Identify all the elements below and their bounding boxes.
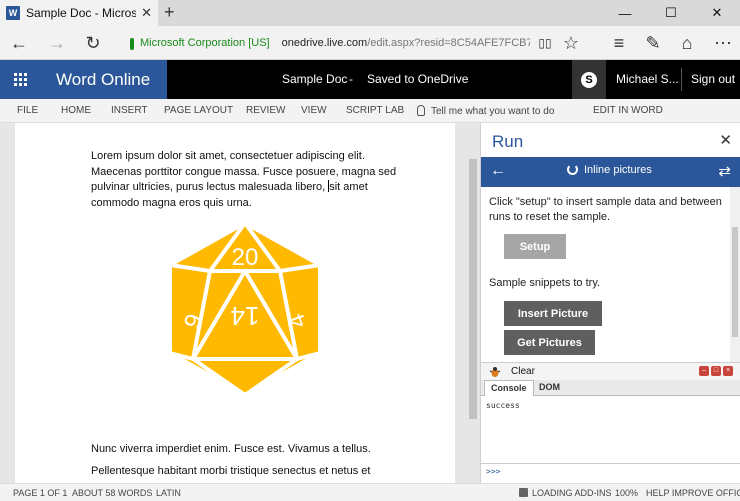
- pane-title: Run: [492, 132, 524, 151]
- tab-console[interactable]: Console: [484, 380, 534, 396]
- refresh-icon: [567, 164, 578, 175]
- page-count: PAGE 1 OF 1: [13, 488, 68, 498]
- skype-button[interactable]: S: [572, 60, 606, 99]
- forward-arrow-icon[interactable]: →: [44, 32, 70, 54]
- ribbon: FILE HOME INSERT PAGE LAYOUT REVIEW VIEW…: [0, 99, 740, 123]
- title-separator: -: [349, 72, 353, 86]
- app-name[interactable]: Word Online: [40, 60, 167, 99]
- d20-dice-image[interactable]: 20 14 6 4: [165, 219, 325, 399]
- tab-script-lab[interactable]: SCRIPT LAB: [346, 105, 404, 116]
- tab-close-icon[interactable]: ✕: [141, 5, 152, 21]
- minimize-button[interactable]: —: [602, 0, 648, 26]
- tab-review[interactable]: REVIEW: [246, 105, 285, 116]
- d20-center-number: 14: [231, 301, 260, 331]
- reading-view-icon[interactable]: ▯▯: [532, 32, 558, 54]
- firebug-icon[interactable]: [489, 366, 501, 378]
- tab-home[interactable]: HOME: [61, 105, 91, 116]
- setup-instructions: Click "setup" to insert sample data and …: [489, 196, 722, 223]
- word-count: ABOUT 58 WORDS: [72, 488, 153, 498]
- url-field[interactable]: Microsoft Corporation [US] onedrive.live…: [130, 32, 530, 54]
- tab-insert[interactable]: INSERT: [111, 105, 148, 116]
- get-pictures-button[interactable]: Get Pictures: [504, 330, 595, 355]
- pane-close-icon[interactable]: ✕: [719, 131, 732, 149]
- maximize-button[interactable]: ☐: [648, 0, 694, 26]
- snippet-name: Inline pictures: [584, 164, 652, 176]
- snippet-title[interactable]: Inline pictures: [567, 164, 652, 176]
- word-header: Word Online Sample Doc - Saved to OneDri…: [0, 60, 740, 99]
- pane-scroll-thumb[interactable]: [732, 227, 738, 337]
- switch-snippet-icon[interactable]: ⇄: [718, 162, 731, 180]
- lightbulb-icon: [417, 105, 425, 116]
- header-divider: [681, 68, 682, 91]
- setup-button[interactable]: Setup: [504, 234, 566, 259]
- insert-picture-button[interactable]: Insert Picture: [504, 301, 602, 326]
- sign-out-link[interactable]: Sign out: [691, 72, 735, 86]
- pane-scrollbar[interactable]: [730, 187, 740, 362]
- tell-me-box[interactable]: Tell me what you want to do: [417, 105, 554, 117]
- hub-icon[interactable]: ≡: [606, 32, 632, 54]
- back-arrow-icon[interactable]: ←: [6, 32, 32, 54]
- pane-command-bar: ← Inline pictures ⇄: [481, 157, 740, 187]
- paragraph-2[interactable]: Nunc viverra imperdiet enim. Fusce est. …: [91, 442, 401, 458]
- help-improve-office[interactable]: HELP IMPROVE OFFICE: [646, 488, 740, 498]
- console-toolbar: Clear – □ ×: [481, 362, 740, 380]
- more-icon[interactable]: ⋯: [710, 32, 736, 54]
- console-tabs: Console DOM: [481, 380, 740, 396]
- clear-console-button[interactable]: Clear: [511, 366, 535, 377]
- zoom-level[interactable]: 100%: [615, 488, 638, 498]
- browser-tab[interactable]: W Sample Doc - Microsoft ✕: [0, 0, 158, 26]
- app-launcher-icon[interactable]: [0, 60, 40, 99]
- tab-title: Sample Doc - Microsoft: [26, 6, 136, 20]
- console-minimize-icon[interactable]: –: [699, 366, 709, 376]
- browser-tab-bar: W Sample Doc - Microsoft ✕ + — ☐ ✕: [0, 0, 740, 26]
- tab-page-layout[interactable]: PAGE LAYOUT: [164, 105, 233, 116]
- document-scroll-thumb[interactable]: [469, 159, 477, 419]
- console-input[interactable]: >>>: [481, 463, 740, 481]
- word-favicon-icon: W: [6, 6, 20, 20]
- document-page[interactable]: Lorem ipsum dolor sit amet, consectetuer…: [15, 123, 455, 483]
- web-note-icon[interactable]: ✎: [640, 32, 666, 54]
- tell-me-text: Tell me what you want to do: [431, 106, 555, 117]
- addins-icon: [519, 488, 528, 497]
- document-area: Lorem ipsum dolor sit amet, consectetuer…: [0, 123, 480, 483]
- console-close-icon[interactable]: ×: [723, 366, 733, 376]
- skype-icon: S: [581, 71, 597, 88]
- status-bar: PAGE 1 OF 1 ABOUT 58 WORDS LATIN LOADING…: [0, 483, 740, 501]
- task-pane: Run ✕ ← Inline pictures ⇄ Click "setup" …: [480, 123, 740, 483]
- language[interactable]: LATIN: [156, 488, 181, 498]
- tab-view[interactable]: VIEW: [301, 105, 327, 116]
- d20-top-number: 20: [232, 244, 259, 271]
- snippets-label: Sample snippets to try.: [489, 277, 601, 289]
- back-icon[interactable]: ←: [490, 162, 506, 180]
- document-title[interactable]: Sample Doc: [282, 72, 347, 86]
- tab-dom[interactable]: DOM: [533, 380, 566, 396]
- paragraph-1[interactable]: Lorem ipsum dolor sit amet, consectetuer…: [91, 149, 401, 211]
- edit-in-word-button[interactable]: EDIT IN WORD: [593, 105, 663, 116]
- certificate-label: Microsoft Corporation [US]: [140, 37, 270, 49]
- refresh-icon[interactable]: ↻: [80, 32, 106, 54]
- console-output: success: [486, 401, 520, 410]
- window-close-button[interactable]: ✕: [694, 0, 740, 26]
- tab-file[interactable]: FILE: [17, 105, 38, 116]
- favorite-star-icon[interactable]: ☆: [558, 32, 584, 54]
- address-bar: ← → ↻ Microsoft Corporation [US] onedriv…: [0, 26, 740, 60]
- addins-text: LOADING ADD-INS: [532, 488, 612, 498]
- share-icon[interactable]: ⌂: [674, 32, 700, 54]
- lock-icon: [130, 38, 134, 50]
- console-maximize-icon[interactable]: □: [711, 366, 721, 376]
- new-tab-button[interactable]: +: [164, 2, 175, 23]
- user-name[interactable]: Michael S...: [616, 72, 679, 86]
- addins-status: LOADING ADD-INS: [519, 488, 612, 498]
- save-status: Saved to OneDrive: [367, 72, 469, 86]
- url-host: onedrive.live.com: [281, 37, 368, 49]
- url-path: /edit.aspx?resid=8C54AFE7FCB7D9B: [367, 37, 530, 49]
- paragraph-3[interactable]: Pellentesque habitant morbi tristique se…: [91, 464, 401, 480]
- document-scrollbar[interactable]: [466, 123, 480, 483]
